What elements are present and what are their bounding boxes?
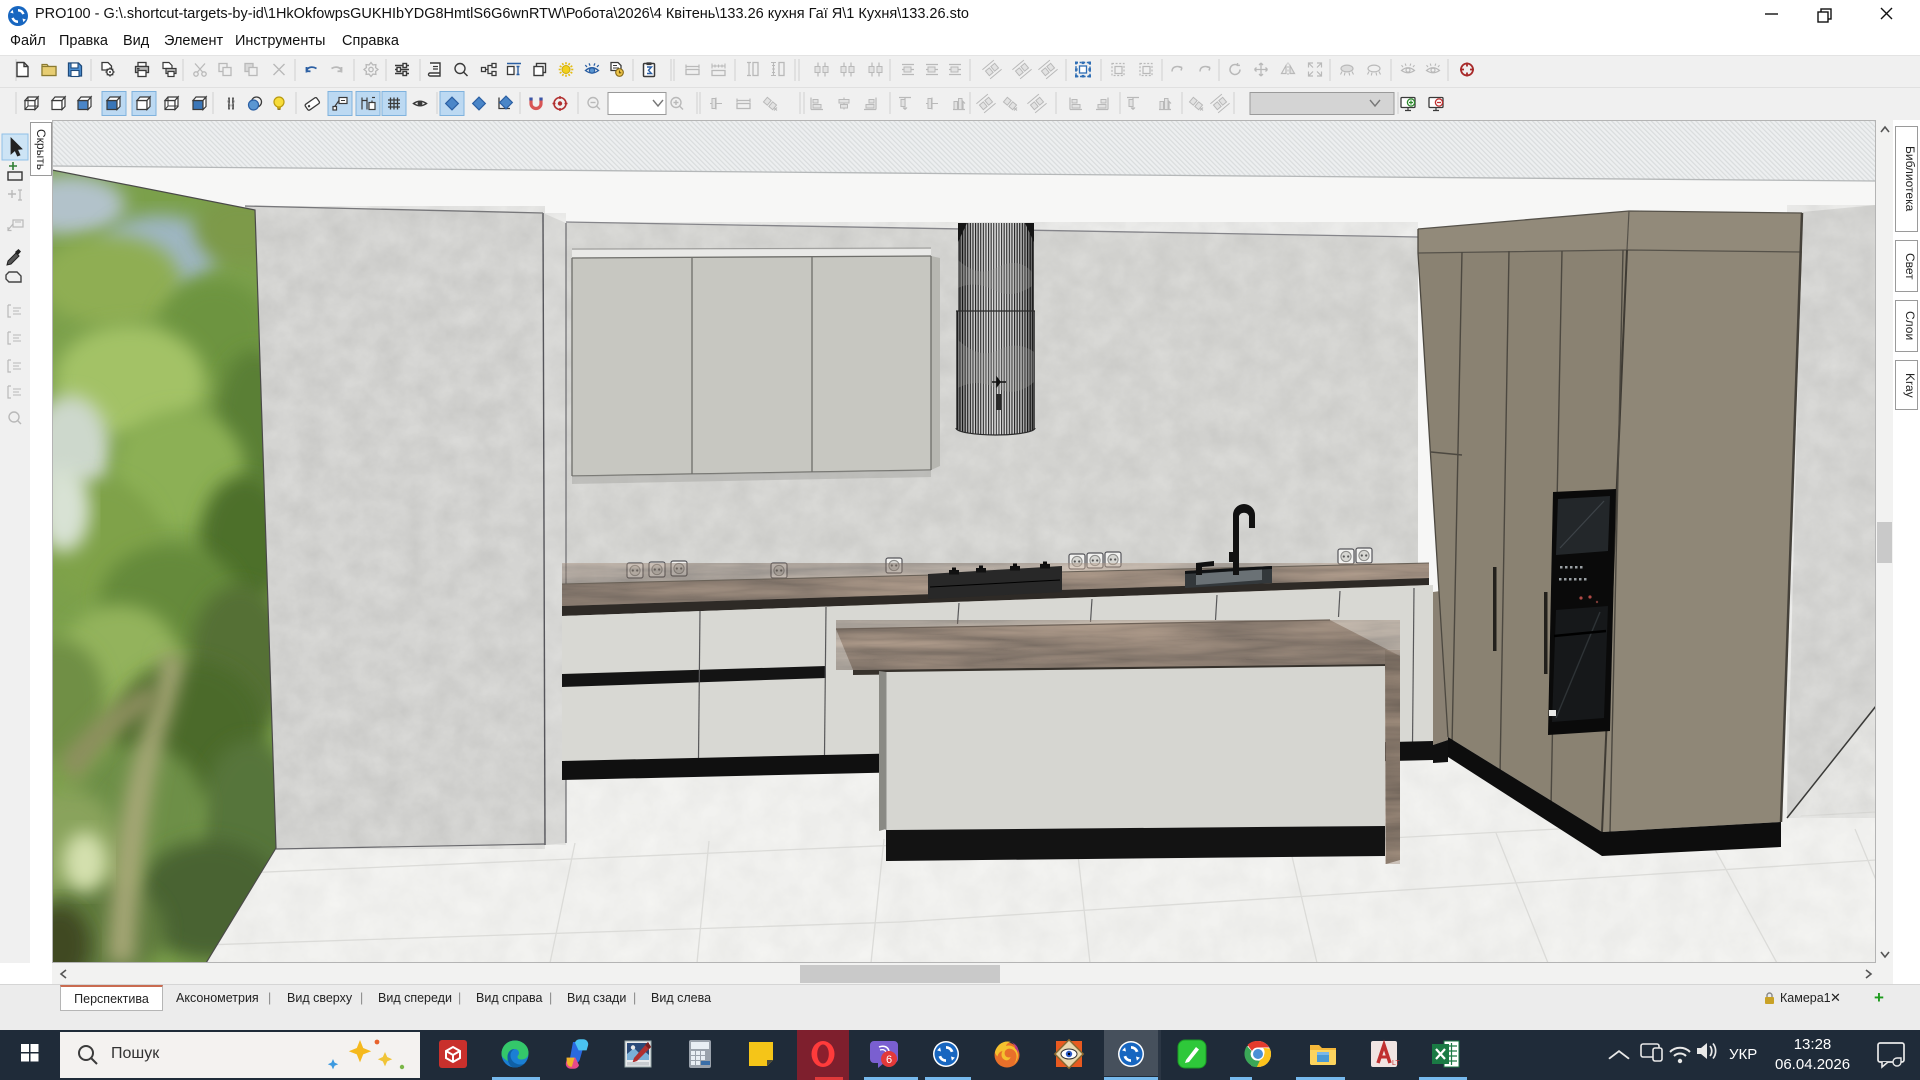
svg-text:LT: LT (1392, 1060, 1400, 1067)
svg-text:УКР: УКР (1729, 1046, 1757, 1063)
svg-text:6: 6 (886, 1054, 892, 1066)
